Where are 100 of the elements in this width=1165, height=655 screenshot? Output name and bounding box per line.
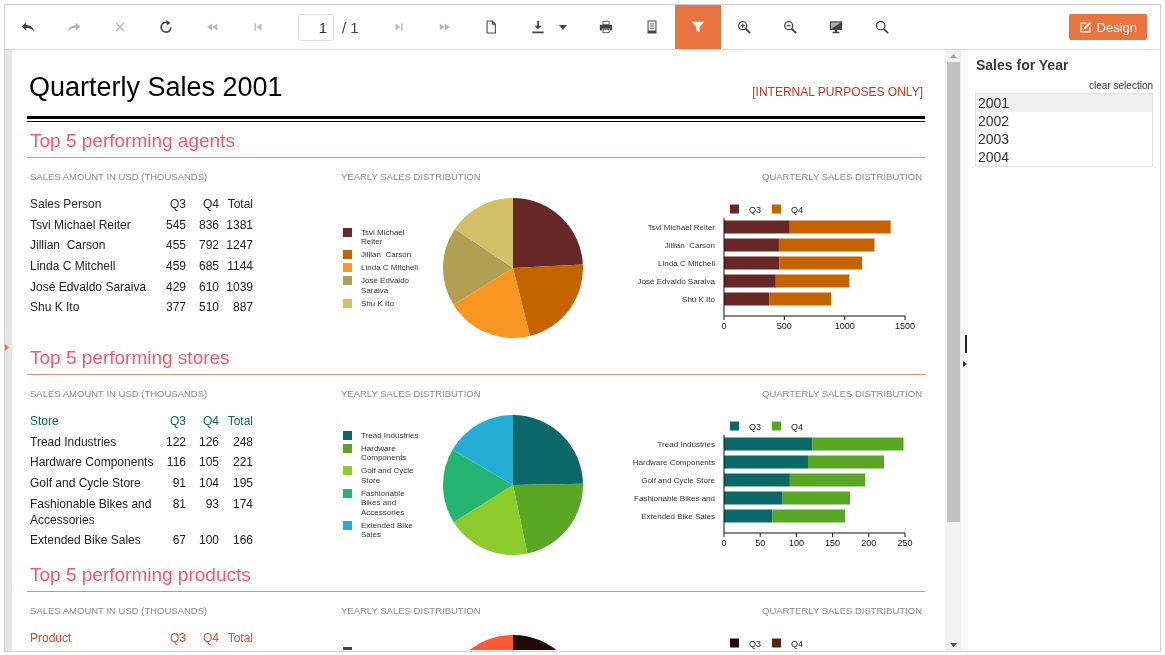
bar — [724, 292, 770, 306]
legend-label: Hardware Components — [361, 443, 408, 463]
up-triangle-icon — [949, 54, 957, 58]
axis-tick-label: 500 — [776, 321, 792, 331]
report-title: Quarterly Sales 2001 — [28, 71, 283, 104]
table-cell-text: 610 — [198, 278, 219, 296]
table-cell-text: 81 — [172, 495, 186, 513]
category-label: Fashionable Bikes and — [634, 494, 715, 503]
table-cell-text: 459 — [165, 258, 186, 276]
legend-label: Q4 — [791, 638, 803, 649]
table-cell-text: 166 — [232, 532, 253, 550]
column-header: Total — [227, 630, 253, 648]
legend-label: Linda C Mitchell — [361, 263, 418, 273]
axis-tick-label: 50 — [755, 538, 766, 548]
column-header: Q4 — [203, 630, 219, 648]
table-cell-text: 836 — [198, 216, 219, 234]
chart-title: QUARTERLY SALES DISTRIBUTION — [762, 171, 922, 182]
table-cell-text: 93 — [205, 495, 219, 513]
table-caption: SALES AMOUNT IN USD (THOUSANDS) — [30, 605, 208, 616]
legend-label: José Edvaldo Saraiva — [361, 276, 411, 296]
year-option[interactable]: 2002 — [976, 112, 1152, 130]
category-label: Golf and Cycle Store — [641, 476, 715, 485]
right-triangle-icon — [5, 344, 9, 351]
table-cell-text: 122 — [165, 433, 186, 451]
table-cell-text: Shu K Ito — [30, 299, 80, 317]
legend-label: Q3 — [749, 421, 761, 432]
table-cell-text: 116 — [166, 454, 186, 472]
category-label: José Edvaldo Saraiva — [637, 277, 715, 286]
section-heading: Top 5 performing stores — [30, 347, 230, 368]
legend-label: Q4 — [791, 421, 803, 432]
table-cell-text: 792 — [198, 237, 219, 255]
table-cell-text: Hardware Components — [30, 454, 154, 472]
table-cell-text: 1381 — [226, 216, 253, 234]
legend-label: Shu K Ito — [361, 298, 394, 309]
column-header: Q4 — [203, 196, 219, 214]
column-header: Store — [30, 413, 59, 431]
table-cell-text: 1247 — [226, 237, 253, 255]
table-cell-text: 221 — [232, 454, 253, 472]
chart-title: YEARLY SALES DISTRIBUTION — [341, 605, 481, 616]
table-cell-text: 105 — [198, 454, 219, 472]
column-header: Total — [227, 196, 253, 214]
category-label: Tsvi Michael Reiter — [647, 223, 715, 232]
section-heading: Top 5 performing products — [30, 564, 251, 585]
chart-title: YEARLY SALES DISTRIBUTION — [341, 171, 481, 182]
legend-label: Jillian Carson — [361, 250, 412, 260]
table-cell-text: 429 — [165, 278, 186, 296]
table-cell-text: 104 — [198, 475, 219, 493]
legend-swatch-icon — [343, 647, 352, 650]
page-number-field[interactable]: 1 — [298, 13, 334, 41]
caret-icon — [558, 24, 567, 30]
category-label: Tread Industries — [657, 440, 715, 449]
chart-title: QUARTERLY SALES DISTRIBUTION — [762, 388, 922, 399]
column-header: Q3 — [170, 196, 186, 214]
axis-tick-label: 1000 — [834, 321, 855, 331]
filter-button[interactable] — [675, 5, 721, 49]
table-cell-text: 174 — [232, 495, 253, 513]
scrollbar-thumb[interactable] — [947, 62, 960, 522]
table-cell-text: 248 — [232, 433, 253, 451]
table-cell-text: Extended Bike Sales — [30, 532, 141, 550]
table-caption: SALES AMOUNT IN USD (THOUSANDS) — [30, 171, 208, 182]
chart-title: QUARTERLY SALES DISTRIBUTION — [762, 605, 922, 616]
table-cell-text: Tread Industries — [30, 433, 117, 451]
table-cell-text: 1144 — [227, 258, 253, 276]
bar — [724, 491, 783, 505]
column-header: Sales Person — [30, 196, 102, 214]
category-label: Shu K Ito — [682, 295, 715, 304]
legend-label: Tread Industries — [361, 430, 419, 440]
year-option[interactable]: 2001 — [976, 94, 1152, 112]
section-heading: Top 5 performing agents — [30, 130, 235, 151]
column-header: Q3 — [170, 413, 186, 431]
chart-title: YEARLY SALES DISTRIBUTION — [341, 388, 481, 399]
table-cell-text: 100 — [198, 532, 219, 550]
table-cell-text: 126 — [198, 433, 219, 451]
legend-label: Fashionable Bikes and Accessories — [361, 488, 406, 517]
year-option[interactable]: 2004 — [976, 148, 1152, 166]
table-caption: SALES AMOUNT IN USD (THOUSANDS) — [30, 388, 208, 399]
table-cell-text: 685 — [198, 258, 219, 276]
axis-tick-label: 0 — [721, 321, 727, 331]
axis-tick-label: 200 — [861, 538, 877, 548]
table-cell-text: 195 — [232, 475, 253, 493]
right-triangle-icon — [963, 360, 967, 367]
category-label: Linda C Mitchell — [658, 259, 715, 268]
page-count: / 1 — [342, 18, 359, 36]
vertical-scrollbar[interactable] — [945, 50, 961, 651]
clear-selection-link[interactable]: clear selection — [1089, 80, 1153, 92]
legend-label: Q4 — [791, 204, 803, 215]
table-cell-text: 67 — [172, 532, 186, 550]
legend-label: Extended Bike Sales — [361, 520, 414, 540]
table-cell-text: 1039 — [226, 278, 253, 296]
axis-tick-label: 150 — [825, 538, 841, 548]
legend-label: Q3 — [749, 204, 761, 215]
axis-tick-label: 100 — [788, 538, 804, 548]
legend-label: Q3 — [749, 638, 761, 649]
splitter-handle[interactable] — [965, 334, 967, 353]
table-cell-text: 91 — [172, 475, 186, 493]
legend-label: Tsvi Michael Reiter — [361, 227, 406, 247]
table-cell-text: 545 — [165, 216, 186, 234]
year-option[interactable]: 2003 — [976, 130, 1152, 148]
table-cell-text: Golf and Cycle Store — [30, 475, 141, 493]
bar — [724, 473, 790, 487]
